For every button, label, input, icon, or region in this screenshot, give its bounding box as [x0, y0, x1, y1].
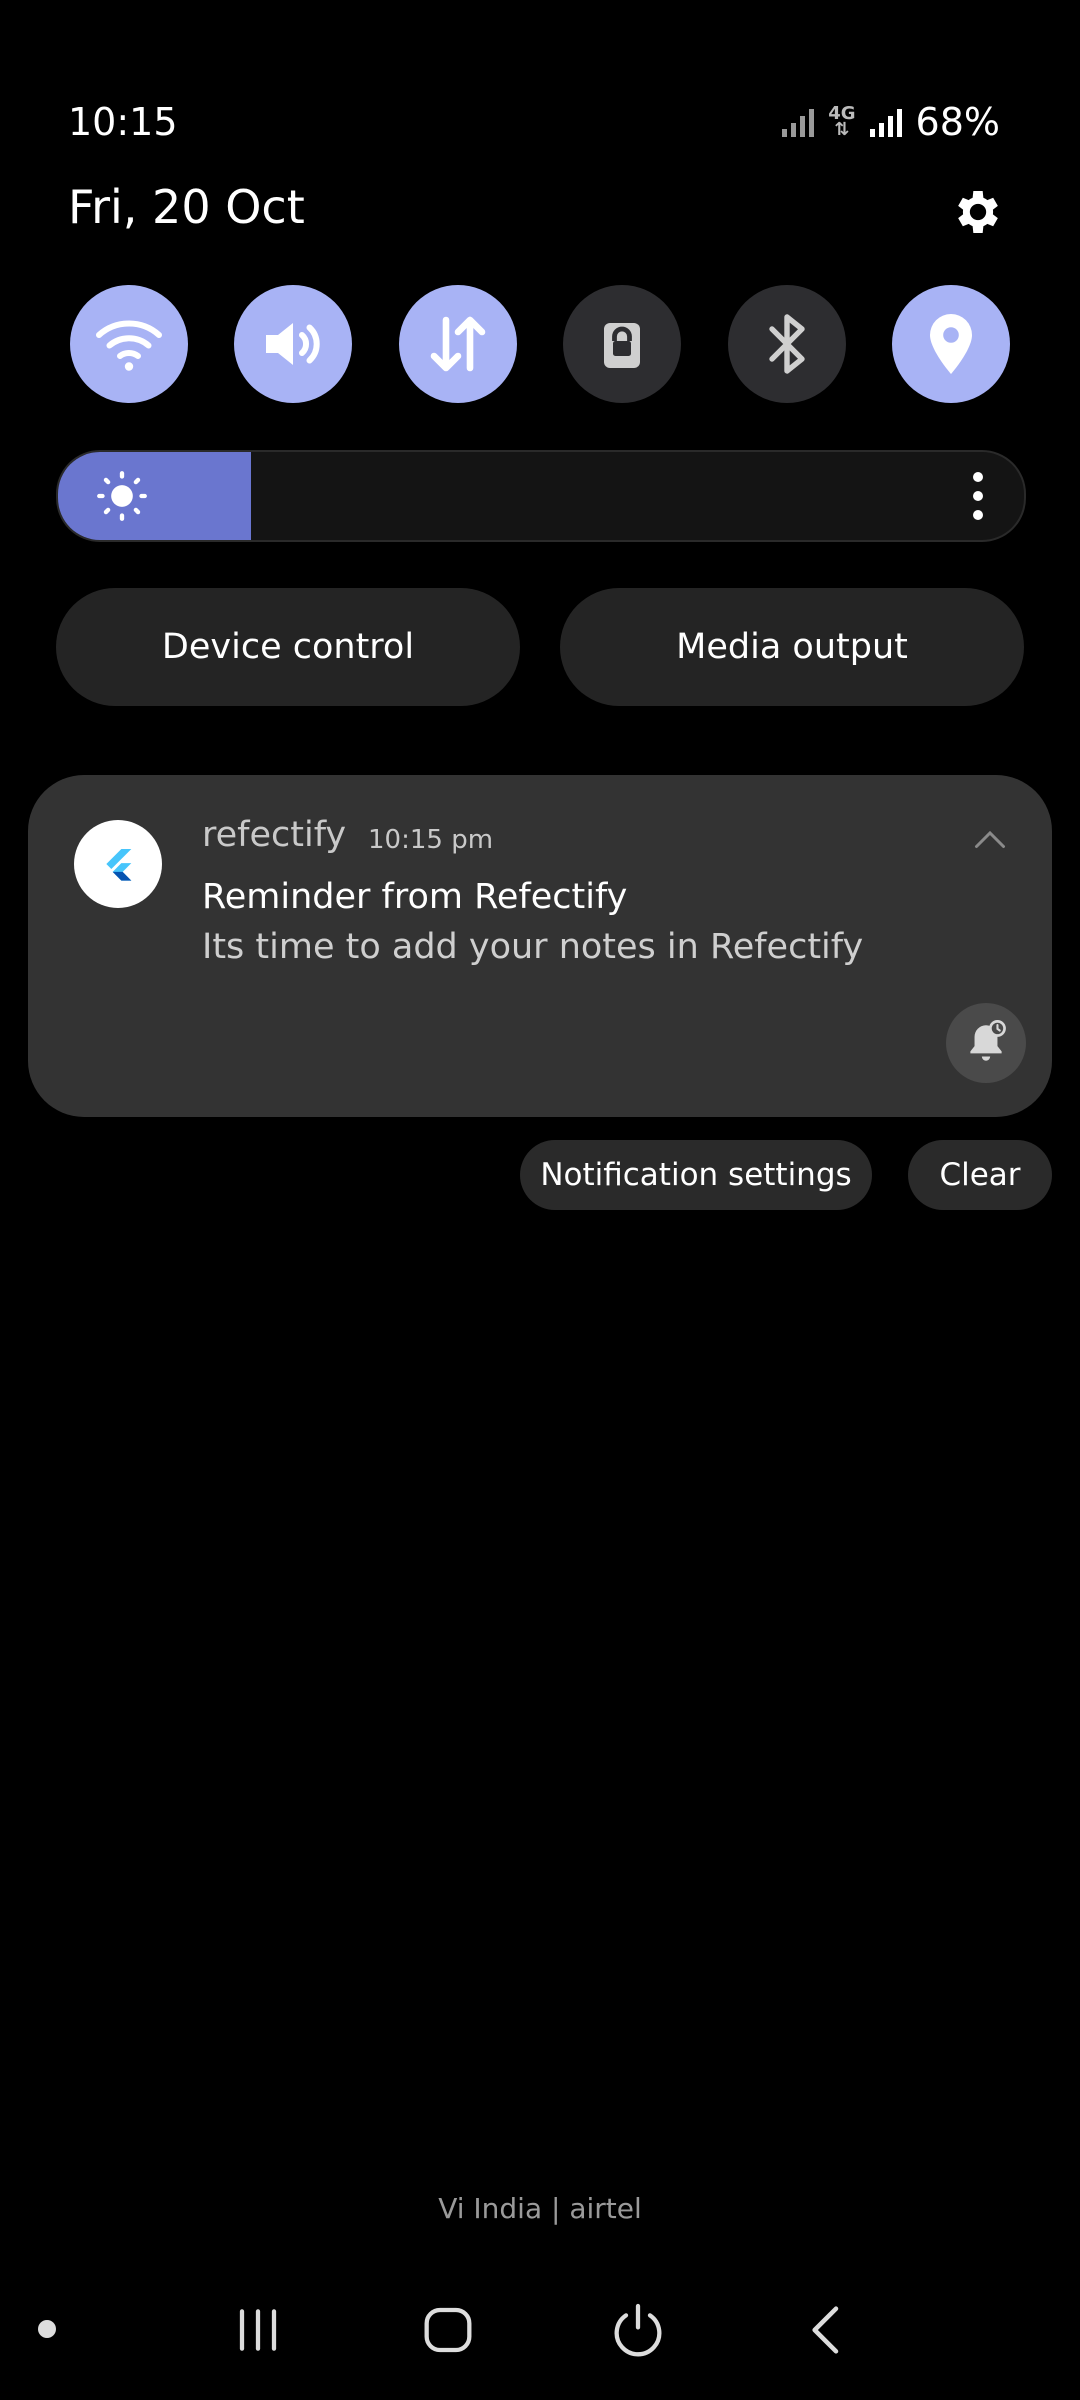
notification-app-name: refectify [202, 815, 347, 855]
status-time: 10:15 [68, 100, 178, 144]
gear-icon[interactable] [950, 184, 1006, 240]
flutter-logo-icon [106, 849, 132, 881]
wifi-tile[interactable] [70, 285, 188, 403]
notification-card[interactable]: refectify 10:15 pm Reminder from Refecti… [28, 775, 1052, 1117]
more-options-icon[interactable] [972, 472, 984, 520]
bluetooth-tile[interactable] [727, 285, 846, 403]
clear-button[interactable]: Clear [908, 1140, 1052, 1210]
lock-icon [604, 323, 641, 368]
chevron-up-icon[interactable] [972, 827, 1008, 851]
brightness-sun-icon [97, 471, 147, 521]
quick-settings-tiles [70, 285, 1010, 403]
location-tile[interactable] [891, 285, 1010, 403]
signal-icon-sim1 [782, 107, 815, 137]
data-transfer-icon [430, 316, 486, 372]
screen-lock-tile[interactable] [563, 285, 682, 403]
signal-icon-sim2 [869, 107, 902, 137]
notification-settings-button[interactable]: Notification settings [520, 1140, 872, 1210]
snooze-bell-icon [970, 1019, 1006, 1061]
status-icons: 4G ⇅ 68% [782, 100, 1000, 144]
home-icon[interactable] [416, 2298, 480, 2362]
brightness-slider-fill [58, 452, 252, 540]
snooze-button[interactable] [946, 1003, 1026, 1083]
notification-title: Reminder from Refectify [202, 877, 628, 917]
navigation-bar [0, 2290, 1080, 2370]
date-label: Fri, 20 Oct [68, 180, 305, 234]
wifi-icon [96, 320, 162, 371]
notification-body: Its time to add your notes in Refectify [202, 927, 864, 967]
recent-apps-icon[interactable] [226, 2298, 290, 2362]
sound-tile[interactable] [234, 285, 353, 403]
nav-indicator-dot [38, 2320, 56, 2338]
network-type-icon: 4G ⇅ [828, 103, 856, 140]
carrier-label: Vi India | airtel [438, 2192, 642, 2225]
notification-shade: 10:15 4G ⇅ 68% Fri, 20 Oct Device contro… [0, 0, 1080, 2400]
power-icon[interactable] [606, 2298, 670, 2362]
brightness-slider[interactable] [56, 450, 1026, 542]
back-icon[interactable] [796, 2298, 860, 2362]
speaker-icon [266, 323, 321, 365]
notification-time: 10:15 pm [368, 825, 494, 855]
device-control-button[interactable]: Device control [56, 588, 520, 706]
media-output-button[interactable]: Media output [560, 588, 1024, 706]
location-pin-icon [929, 314, 972, 374]
battery-percentage: 68% [915, 100, 1000, 144]
bluetooth-icon [768, 314, 805, 374]
mobile-data-tile[interactable] [398, 285, 517, 403]
app-icon [74, 820, 162, 908]
